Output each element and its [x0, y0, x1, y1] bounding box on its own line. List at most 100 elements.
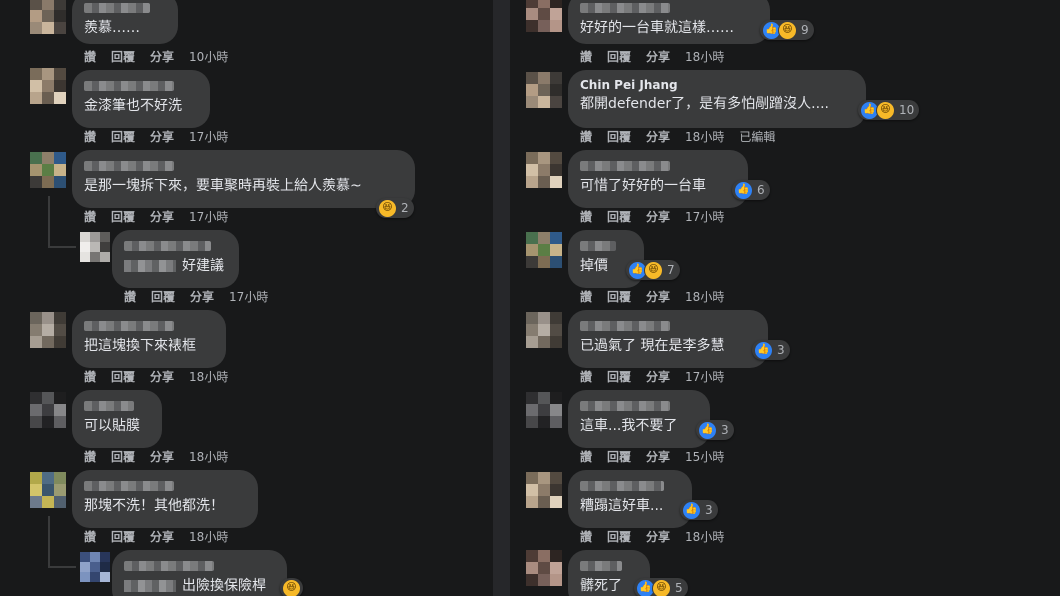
reply-link[interactable]: 回覆 — [111, 368, 135, 385]
avatar[interactable] — [526, 152, 562, 188]
reply-link[interactable]: 回覆 — [151, 288, 175, 305]
avatar[interactable] — [30, 312, 66, 348]
like-link[interactable]: 讚 — [84, 48, 96, 65]
reply-link[interactable]: 回覆 — [111, 448, 135, 465]
blurred-author-name[interactable] — [580, 561, 622, 571]
avatar[interactable] — [526, 0, 562, 32]
blurred-author-name[interactable] — [84, 161, 174, 171]
like-link[interactable]: 讚 — [124, 288, 136, 305]
share-link[interactable]: 分享 — [190, 288, 214, 305]
avatar[interactable] — [526, 550, 562, 586]
share-link[interactable]: 分享 — [646, 528, 670, 545]
share-link[interactable]: 分享 — [150, 528, 174, 545]
timestamp[interactable]: 18小時 — [685, 48, 724, 65]
avatar[interactable] — [30, 152, 66, 188]
like-link[interactable]: 讚 — [84, 368, 96, 385]
reply-link[interactable]: 回覆 — [607, 208, 631, 225]
timestamp[interactable]: 18小時 — [685, 528, 724, 545]
share-link[interactable]: 分享 — [150, 208, 174, 225]
timestamp[interactable]: 17小時 — [229, 288, 268, 305]
reaction-summary[interactable]: 😆 — [280, 578, 303, 596]
blurred-author-name[interactable] — [580, 241, 616, 251]
blurred-author-name[interactable] — [84, 3, 150, 13]
share-link[interactable]: 分享 — [150, 368, 174, 385]
timestamp[interactable]: 18小時 — [189, 448, 228, 465]
reply-link[interactable]: 回覆 — [607, 128, 631, 145]
timestamp[interactable]: 18小時 — [189, 368, 228, 385]
blurred-author-name[interactable] — [580, 401, 670, 411]
reaction-summary[interactable]: 👍 3 — [680, 500, 718, 520]
blurred-author-name[interactable] — [580, 481, 664, 491]
author-name[interactable]: Chin Pei Jhang — [580, 78, 854, 93]
reaction-summary[interactable]: 👍 😆 7 — [626, 260, 680, 280]
blurred-author-name[interactable] — [124, 561, 214, 571]
share-link[interactable]: 分享 — [646, 368, 670, 385]
reply-link[interactable]: 回覆 — [111, 208, 135, 225]
avatar[interactable] — [526, 392, 562, 428]
like-link[interactable]: 讚 — [84, 208, 96, 225]
share-link[interactable]: 分享 — [150, 48, 174, 65]
avatar[interactable] — [526, 232, 562, 268]
reply-link[interactable]: 回覆 — [607, 528, 631, 545]
avatar[interactable] — [526, 72, 562, 108]
avatar[interactable] — [526, 312, 562, 348]
like-link[interactable]: 讚 — [580, 128, 592, 145]
like-link[interactable]: 讚 — [580, 48, 592, 65]
reaction-summary[interactable]: 👍 3 — [752, 340, 790, 360]
share-link[interactable]: 分享 — [646, 448, 670, 465]
timestamp[interactable]: 15小時 — [685, 448, 724, 465]
share-link[interactable]: 分享 — [646, 288, 670, 305]
avatar[interactable] — [30, 68, 66, 104]
like-link[interactable]: 讚 — [580, 368, 592, 385]
blurred-author-name[interactable] — [124, 241, 211, 251]
like-link[interactable]: 讚 — [84, 448, 96, 465]
timestamp[interactable]: 17小時 — [685, 208, 724, 225]
reaction-count: 3 — [721, 423, 729, 437]
avatar[interactable] — [80, 552, 110, 582]
like-link[interactable]: 讚 — [580, 288, 592, 305]
reply-link[interactable]: 回覆 — [111, 48, 135, 65]
avatar[interactable] — [80, 232, 110, 262]
timestamp[interactable]: 10小時 — [189, 48, 228, 65]
timestamp[interactable]: 18小時 — [189, 528, 228, 545]
blurred-author-name[interactable] — [84, 81, 174, 91]
timestamp[interactable]: 18小時 — [685, 288, 724, 305]
like-link[interactable]: 讚 — [580, 208, 592, 225]
avatar[interactable] — [30, 0, 66, 34]
like-link[interactable]: 讚 — [84, 528, 96, 545]
avatar[interactable] — [30, 392, 66, 428]
reaction-summary[interactable]: 👍 6 — [732, 180, 770, 200]
blurred-author-name[interactable] — [580, 161, 670, 171]
avatar[interactable] — [30, 472, 66, 508]
timestamp[interactable]: 17小時 — [685, 368, 724, 385]
blurred-author-name[interactable] — [84, 481, 174, 491]
reply-link[interactable]: 回覆 — [607, 288, 631, 305]
share-link[interactable]: 分享 — [646, 128, 670, 145]
timestamp[interactable]: 17小時 — [189, 128, 228, 145]
reply-link[interactable]: 回覆 — [607, 48, 631, 65]
like-link[interactable]: 讚 — [580, 528, 592, 545]
reaction-summary[interactable]: 👍 😆 10 — [858, 100, 920, 120]
blurred-author-name[interactable] — [580, 3, 670, 13]
timestamp[interactable]: 18小時 — [685, 128, 724, 145]
share-link[interactable]: 分享 — [646, 48, 670, 65]
reply-link[interactable]: 回覆 — [607, 368, 631, 385]
like-link[interactable]: 讚 — [84, 128, 96, 145]
reply-link[interactable]: 回覆 — [607, 448, 631, 465]
reaction-summary[interactable]: 😆 2 — [376, 198, 414, 218]
timestamp[interactable]: 17小時 — [189, 208, 228, 225]
avatar[interactable] — [526, 472, 562, 508]
haha-icon: 😆 — [282, 578, 301, 596]
reaction-summary[interactable]: 👍 😆 9 — [760, 20, 814, 40]
blurred-author-name[interactable] — [580, 321, 670, 331]
share-link[interactable]: 分享 — [150, 448, 174, 465]
reaction-summary[interactable]: 👍 3 — [696, 420, 734, 440]
like-link[interactable]: 讚 — [580, 448, 592, 465]
blurred-author-name[interactable] — [84, 321, 174, 331]
share-link[interactable]: 分享 — [150, 128, 174, 145]
reaction-summary[interactable]: 👍 😆 5 — [634, 578, 688, 596]
blurred-author-name[interactable] — [84, 401, 134, 411]
reply-link[interactable]: 回覆 — [111, 128, 135, 145]
share-link[interactable]: 分享 — [646, 208, 670, 225]
reply-link[interactable]: 回覆 — [111, 528, 135, 545]
